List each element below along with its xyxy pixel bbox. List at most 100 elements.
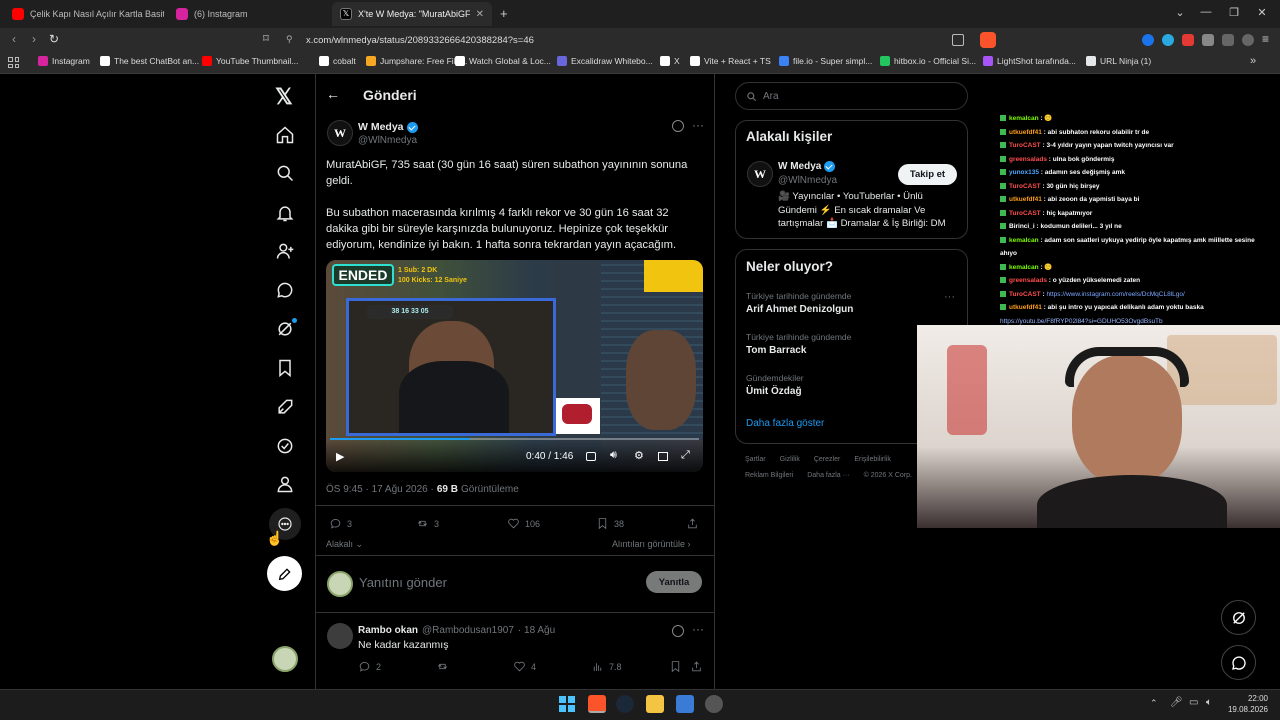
downloads-icon[interactable] — [1222, 34, 1234, 46]
reply-share-button[interactable] — [690, 660, 703, 673]
show-more-link[interactable]: Daha fazla göster — [746, 418, 824, 429]
account-avatar[interactable] — [272, 646, 298, 672]
repost-button[interactable]: 3 — [416, 517, 439, 530]
reply-author[interactable]: Rambo okan — [358, 625, 418, 636]
extension-translate-icon[interactable] — [1142, 34, 1154, 46]
more-bookmarks-icon[interactable]: » — [1250, 55, 1256, 67]
pip-icon[interactable] — [658, 452, 668, 461]
forward-icon[interactable]: › — [26, 32, 42, 46]
steam-taskbar-icon[interactable] — [616, 695, 634, 713]
file-explorer-icon[interactable] — [646, 695, 664, 713]
view-quotes-link[interactable]: Alıntıları görüntüle › — [612, 539, 691, 549]
explore-icon[interactable] — [274, 162, 296, 184]
back-arrow-icon[interactable]: ← — [326, 86, 340, 102]
bookmark-item[interactable]: LightShot tarafında... — [983, 56, 1076, 66]
vpn-icon[interactable] — [1242, 34, 1254, 46]
extension-record-icon[interactable] — [1182, 34, 1194, 46]
extensions-icon[interactable] — [1202, 34, 1214, 46]
maximize-icon[interactable]: ❐ — [1226, 6, 1242, 19]
tab-x-post[interactable]: 𝕏 X'te W Medya: "MuratAbiGF, 735 ✕ — [332, 2, 492, 26]
follow-button[interactable]: Takip et — [898, 164, 957, 185]
grok-explain-icon[interactable] — [672, 625, 684, 637]
tray-expand-icon[interactable]: ⌃ — [1150, 698, 1158, 709]
author-name-row[interactable]: W Medya — [358, 121, 418, 133]
settings-taskbar-icon[interactable] — [705, 695, 723, 713]
like-button[interactable]: 106 — [507, 517, 540, 530]
bookmark-item[interactable]: X — [660, 56, 680, 66]
bookmark-item[interactable]: file.io - Super simpl... — [779, 56, 872, 66]
bookmark-button[interactable]: 38 — [596, 517, 624, 530]
video-progress-track[interactable] — [330, 438, 699, 440]
share-icon[interactable] — [952, 34, 964, 46]
brave-shields-icon[interactable] — [980, 32, 996, 48]
mic-icon[interactable]: 🎤︎ — [1170, 697, 1183, 708]
reply-input[interactable]: Yanıtını gönder — [359, 575, 447, 590]
bookmark-page-icon[interactable]: ⌑ — [258, 32, 274, 45]
related-name-row[interactable]: W Medya — [778, 161, 836, 172]
brave-taskbar-icon[interactable] — [588, 695, 606, 713]
post-more-icon[interactable]: ··· — [692, 118, 704, 132]
settings-icon[interactable]: ⚙︎ — [634, 449, 644, 462]
post-video[interactable]: ENDED 1 Sub: 2 DK 100 Kicks: 12 Saniye 3… — [326, 260, 703, 472]
footer-link[interactable]: Şartlar — [745, 456, 766, 463]
bookmark-item[interactable]: YouTube Thumbnail... — [202, 56, 298, 66]
reply-button[interactable]: 3 — [329, 517, 352, 530]
compose-post-button[interactable] — [267, 556, 302, 591]
windows-start-icon[interactable] — [559, 696, 575, 712]
bookmark-item[interactable]: Vite + React + TS — [690, 56, 771, 66]
trend-more-icon[interactable]: ··· — [944, 291, 955, 303]
related-avatar[interactable]: W — [747, 161, 773, 187]
footer-link[interactable]: Çerezler — [814, 456, 840, 463]
reply-reply-button[interactable]: 2 — [358, 660, 381, 673]
bookmarks-icon[interactable] — [274, 357, 296, 379]
reply-handle[interactable]: @Rambodusan1907 — [422, 625, 514, 636]
site-info-icon[interactable]: ⚲ — [286, 34, 293, 45]
play-icon[interactable]: ▶ — [336, 450, 344, 463]
bookmark-item[interactable]: URL Ninja (1) — [1086, 56, 1151, 66]
speaker-icon[interactable]: 🔈︎ — [1206, 697, 1212, 708]
reply-like-button[interactable]: 4 — [513, 660, 536, 673]
x-logo-icon[interactable]: 𝕏 — [275, 84, 293, 110]
clock[interactable]: 22:00 19.08.2026 — [1226, 693, 1268, 715]
close-window-icon[interactable]: ✕ — [1254, 6, 1270, 19]
reply-author-avatar[interactable] — [327, 623, 353, 649]
reply-submit-button[interactable]: Yanıtla — [646, 571, 702, 593]
close-tab-icon[interactable]: ✕ — [476, 9, 484, 20]
bookmark-item[interactable]: hitbox.io - Official Si... — [880, 56, 976, 66]
url-input[interactable]: ⚲ x.com/wlnmedya/status/2089332666420388… — [278, 31, 998, 49]
trend-item[interactable]: Türkiye tarihinde gündemde Tom Barrack — [746, 332, 851, 356]
premium-icon[interactable] — [274, 435, 296, 457]
apps-grid-icon[interactable] — [8, 57, 19, 68]
app-taskbar-icon[interactable] — [676, 695, 694, 713]
footer-link[interactable]: Reklam Bilgileri — [745, 472, 793, 479]
footer-link[interactable]: Daha fazla ··· — [807, 472, 849, 479]
footer-link[interactable]: Erişilebilirlik — [854, 456, 891, 463]
tab-list-icon[interactable]: ⌄ — [1172, 6, 1188, 19]
bookmark-item[interactable]: Excalidraw Whitebo... — [557, 56, 653, 66]
network-icon[interactable]: ▭ — [1189, 697, 1198, 708]
home-icon[interactable] — [274, 124, 296, 146]
messages-icon[interactable] — [274, 279, 296, 301]
reply-more-icon[interactable]: ··· — [692, 622, 704, 636]
menu-icon[interactable]: ≡ — [1262, 32, 1269, 46]
trend-item[interactable]: Gündemdekiler Ümit Özdağ — [746, 373, 804, 397]
jobs-icon[interactable] — [274, 396, 296, 418]
author-avatar[interactable]: W — [327, 120, 353, 146]
messages-floating-button[interactable] — [1221, 645, 1256, 680]
trend-item[interactable]: Türkiye tarihinde gündemde Arif Ahmet De… — [746, 291, 853, 315]
new-tab-button[interactable]: + — [500, 6, 508, 21]
bookmark-item[interactable]: cobalt — [319, 56, 356, 66]
notifications-icon[interactable] — [274, 202, 296, 224]
bookmark-item[interactable]: Instagram — [38, 56, 90, 66]
author-name[interactable]: W Medya — [358, 121, 404, 133]
reply-views-button[interactable]: 7.8 — [591, 660, 622, 673]
grok-explain-icon[interactable] — [672, 120, 684, 132]
captions-icon[interactable] — [586, 452, 596, 461]
bookmark-item[interactable]: Watch Global & Loc... — [455, 56, 551, 66]
follow-icon[interactable] — [274, 240, 296, 262]
bookmark-item[interactable]: The best ChatBot an... — [100, 56, 199, 66]
tab-youtube[interactable]: Çelik Kapı Nasıl Açılır Kartla Basit Yön — [4, 2, 164, 26]
minimize-icon[interactable]: — — [1198, 6, 1214, 18]
reply-repost-button[interactable] — [436, 660, 449, 673]
volume-icon[interactable]: 🔊︎ — [610, 449, 617, 462]
